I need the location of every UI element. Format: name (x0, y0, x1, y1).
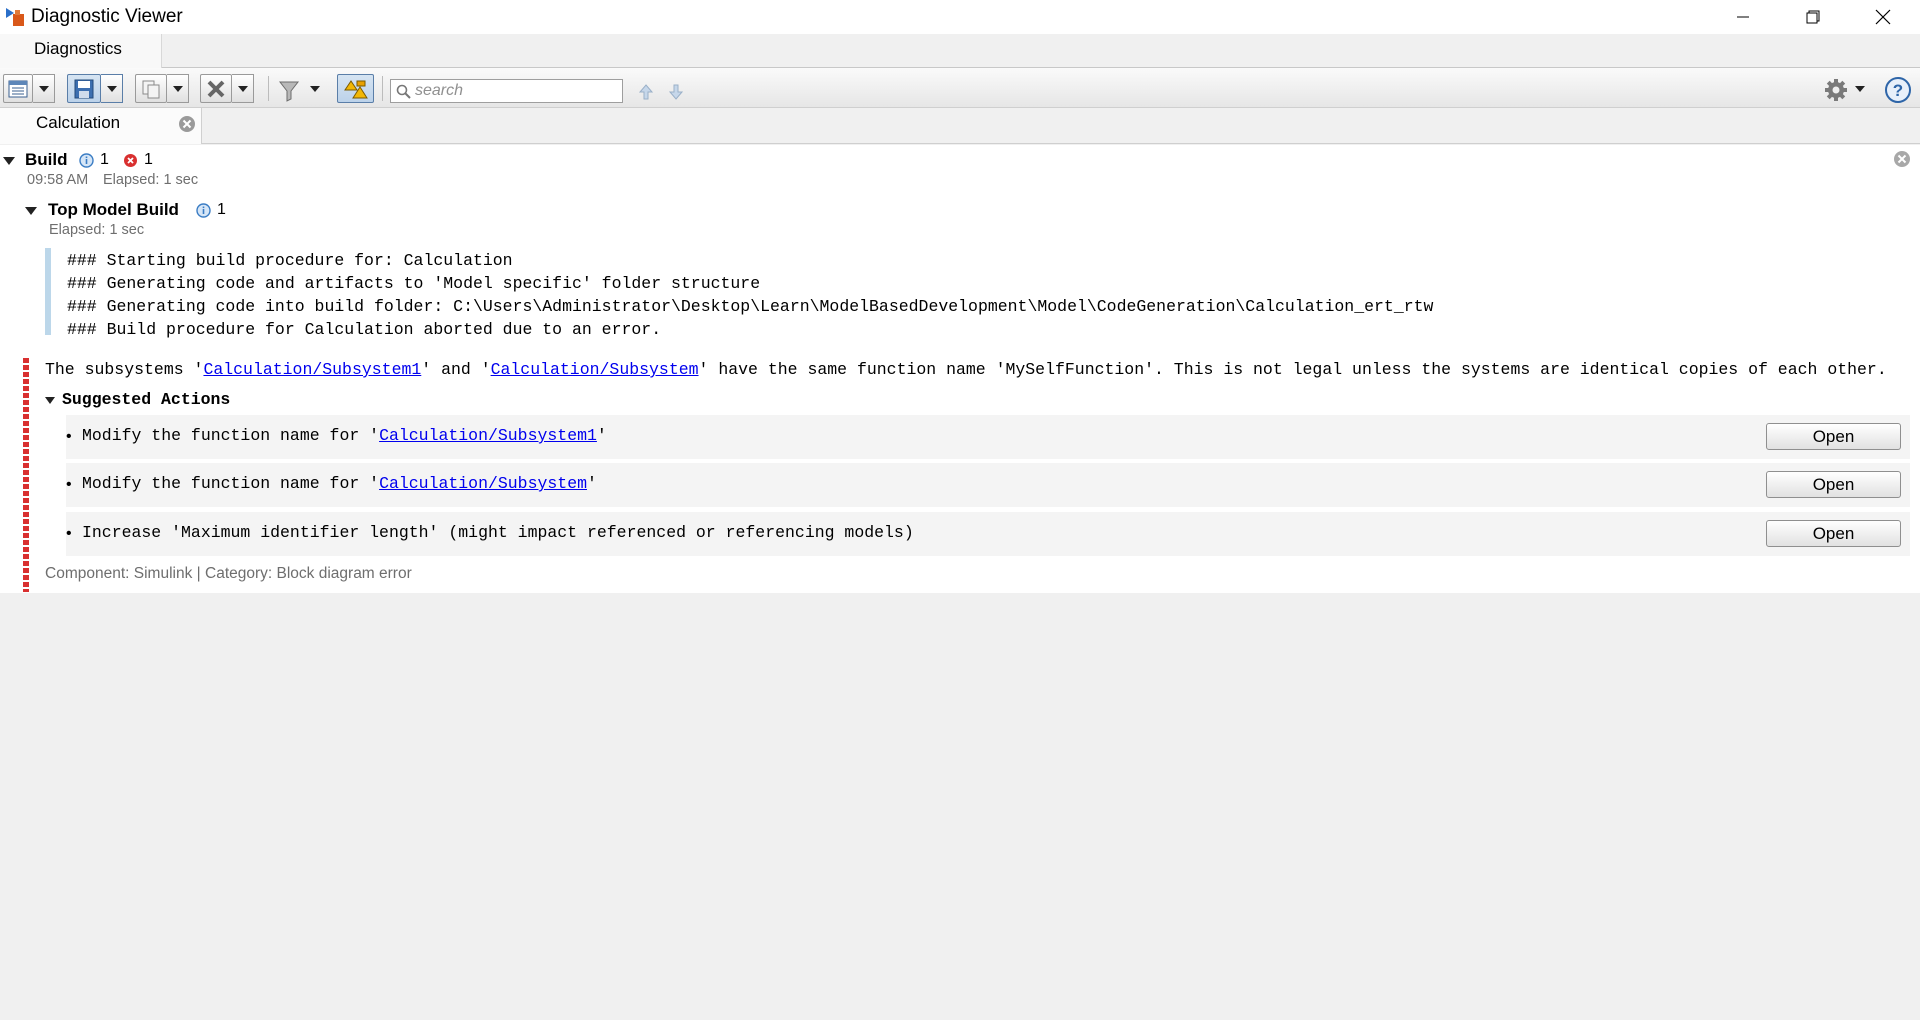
toolbar: ? (0, 68, 1920, 108)
build-error-count: 1 (144, 151, 153, 168)
error-icon (124, 154, 137, 167)
next-button[interactable] (666, 82, 686, 102)
chevron-down-icon (172, 85, 183, 92)
tab-calculation-label: Calculation (36, 113, 121, 132)
open-button[interactable]: Open (1766, 423, 1901, 450)
arrow-up-icon (639, 84, 653, 100)
suggested-action-text: Modify the function name for 'Calculatio… (82, 426, 607, 445)
log-line: ### Build procedure for Calculation abor… (67, 320, 662, 339)
chevron-down-icon (310, 86, 320, 92)
chevron-down-icon (237, 85, 248, 92)
build-title: Build (25, 150, 68, 169)
suggested-action-row: • Modify the function name for 'Calculat… (66, 415, 1910, 459)
open-button[interactable]: Open (1766, 471, 1901, 498)
close-window-button[interactable] (1848, 0, 1918, 34)
build-elapsed: Elapsed: 1 sec (103, 172, 199, 188)
chevron-down-icon (106, 85, 117, 92)
ribbon-tab-strip: Diagnostics (0, 34, 1920, 68)
collapse-suggested-icon[interactable] (45, 397, 55, 404)
filter-button[interactable] (278, 79, 302, 103)
dismiss-build-icon[interactable] (1893, 150, 1911, 168)
clear-icon (207, 80, 225, 97)
help-button[interactable]: ? (1884, 76, 1912, 104)
arrow-down-icon (669, 84, 683, 100)
help-icon: ? (1885, 77, 1911, 103)
log-line: ### Generating code into build folder: C… (67, 297, 1434, 316)
view-dropdown[interactable] (33, 74, 55, 103)
settings-dropdown[interactable] (1855, 86, 1865, 92)
svg-text:?: ? (1893, 81, 1903, 100)
build-info-count: 1 (100, 151, 109, 168)
restore-icon (1806, 10, 1820, 24)
tab-calculation[interactable]: Calculation (0, 108, 202, 144)
suggested-actions-title: Suggested Actions (62, 390, 231, 409)
open-button[interactable]: Open (1766, 520, 1901, 547)
error-metadata: Component: Simulink | Category: Block di… (45, 565, 412, 582)
chevron-down-icon (1855, 86, 1865, 92)
settings-button[interactable] (1823, 77, 1849, 103)
save-button[interactable] (67, 74, 101, 103)
previous-button[interactable] (636, 82, 656, 102)
top-model-info-count: 1 (217, 201, 226, 218)
error-indicator (23, 358, 29, 592)
search-box[interactable] (390, 79, 623, 103)
top-model-elapsed: Elapsed: 1 sec (49, 222, 145, 238)
log-indicator (45, 248, 51, 335)
log-line: ### Generating code and artifacts to 'Mo… (67, 274, 761, 293)
action-link-subsystem[interactable]: Calculation/Subsystem (379, 474, 587, 493)
log-line: ### Starting build procedure for: Calcul… (67, 251, 513, 270)
collapse-top-model-icon[interactable] (25, 207, 37, 215)
minimize-icon (1737, 16, 1749, 18)
chevron-down-icon (38, 85, 49, 92)
search-icon (396, 84, 411, 99)
group-button[interactable] (337, 74, 374, 103)
suggested-action-text: Increase 'Maximum identifier length' (mi… (82, 523, 914, 542)
info-icon (196, 203, 211, 218)
diagnostics-content: Build 1 1 09:58 AM Elapsed: 1 sec Top Mo… (0, 145, 1920, 593)
top-model-title: Top Model Build (48, 200, 179, 219)
app-icon (6, 8, 24, 26)
error-link-subsystem1[interactable]: Calculation/Subsystem1 (203, 360, 421, 379)
error-link-subsystem[interactable]: Calculation/Subsystem (491, 360, 699, 379)
filter-icon (278, 81, 300, 102)
toolbar-separator (268, 76, 269, 101)
tab-diagnostics-label: Diagnostics (34, 39, 122, 58)
model-tab-strip: Calculation (0, 108, 1920, 144)
copy-icon (142, 80, 160, 98)
window-title: Diagnostic Viewer (31, 6, 183, 27)
save-dropdown[interactable] (101, 74, 123, 103)
build-time: 09:58 AM (27, 172, 89, 188)
view-button[interactable] (3, 74, 33, 103)
gear-icon (1825, 79, 1847, 101)
toolbar-separator (382, 76, 383, 101)
error-message: The subsystems 'Calculation/Subsystem1' … (45, 360, 1887, 379)
search-input[interactable] (415, 81, 620, 101)
title-bar: Diagnostic Viewer (0, 0, 1920, 34)
list-view-icon (8, 80, 28, 97)
minimize-button[interactable] (1708, 0, 1778, 34)
suggested-action-row: • Increase 'Maximum identifier length' (… (66, 512, 1910, 556)
clear-button[interactable] (200, 74, 232, 103)
group-icon (343, 79, 368, 98)
tab-diagnostics[interactable]: Diagnostics (0, 34, 162, 68)
restore-button[interactable] (1778, 0, 1848, 34)
save-icon (74, 79, 94, 98)
info-icon (79, 153, 94, 168)
clear-dropdown[interactable] (232, 74, 254, 103)
close-icon (1875, 9, 1891, 25)
suggested-action-row: • Modify the function name for 'Calculat… (66, 463, 1910, 507)
action-link-subsystem1[interactable]: Calculation/Subsystem1 (379, 426, 597, 445)
copy-dropdown[interactable] (167, 74, 189, 103)
copy-button[interactable] (135, 74, 167, 103)
filter-dropdown[interactable] (310, 86, 320, 92)
close-tab-icon[interactable] (178, 115, 196, 133)
suggested-action-text: Modify the function name for 'Calculatio… (82, 474, 597, 493)
collapse-build-icon[interactable] (3, 157, 15, 165)
